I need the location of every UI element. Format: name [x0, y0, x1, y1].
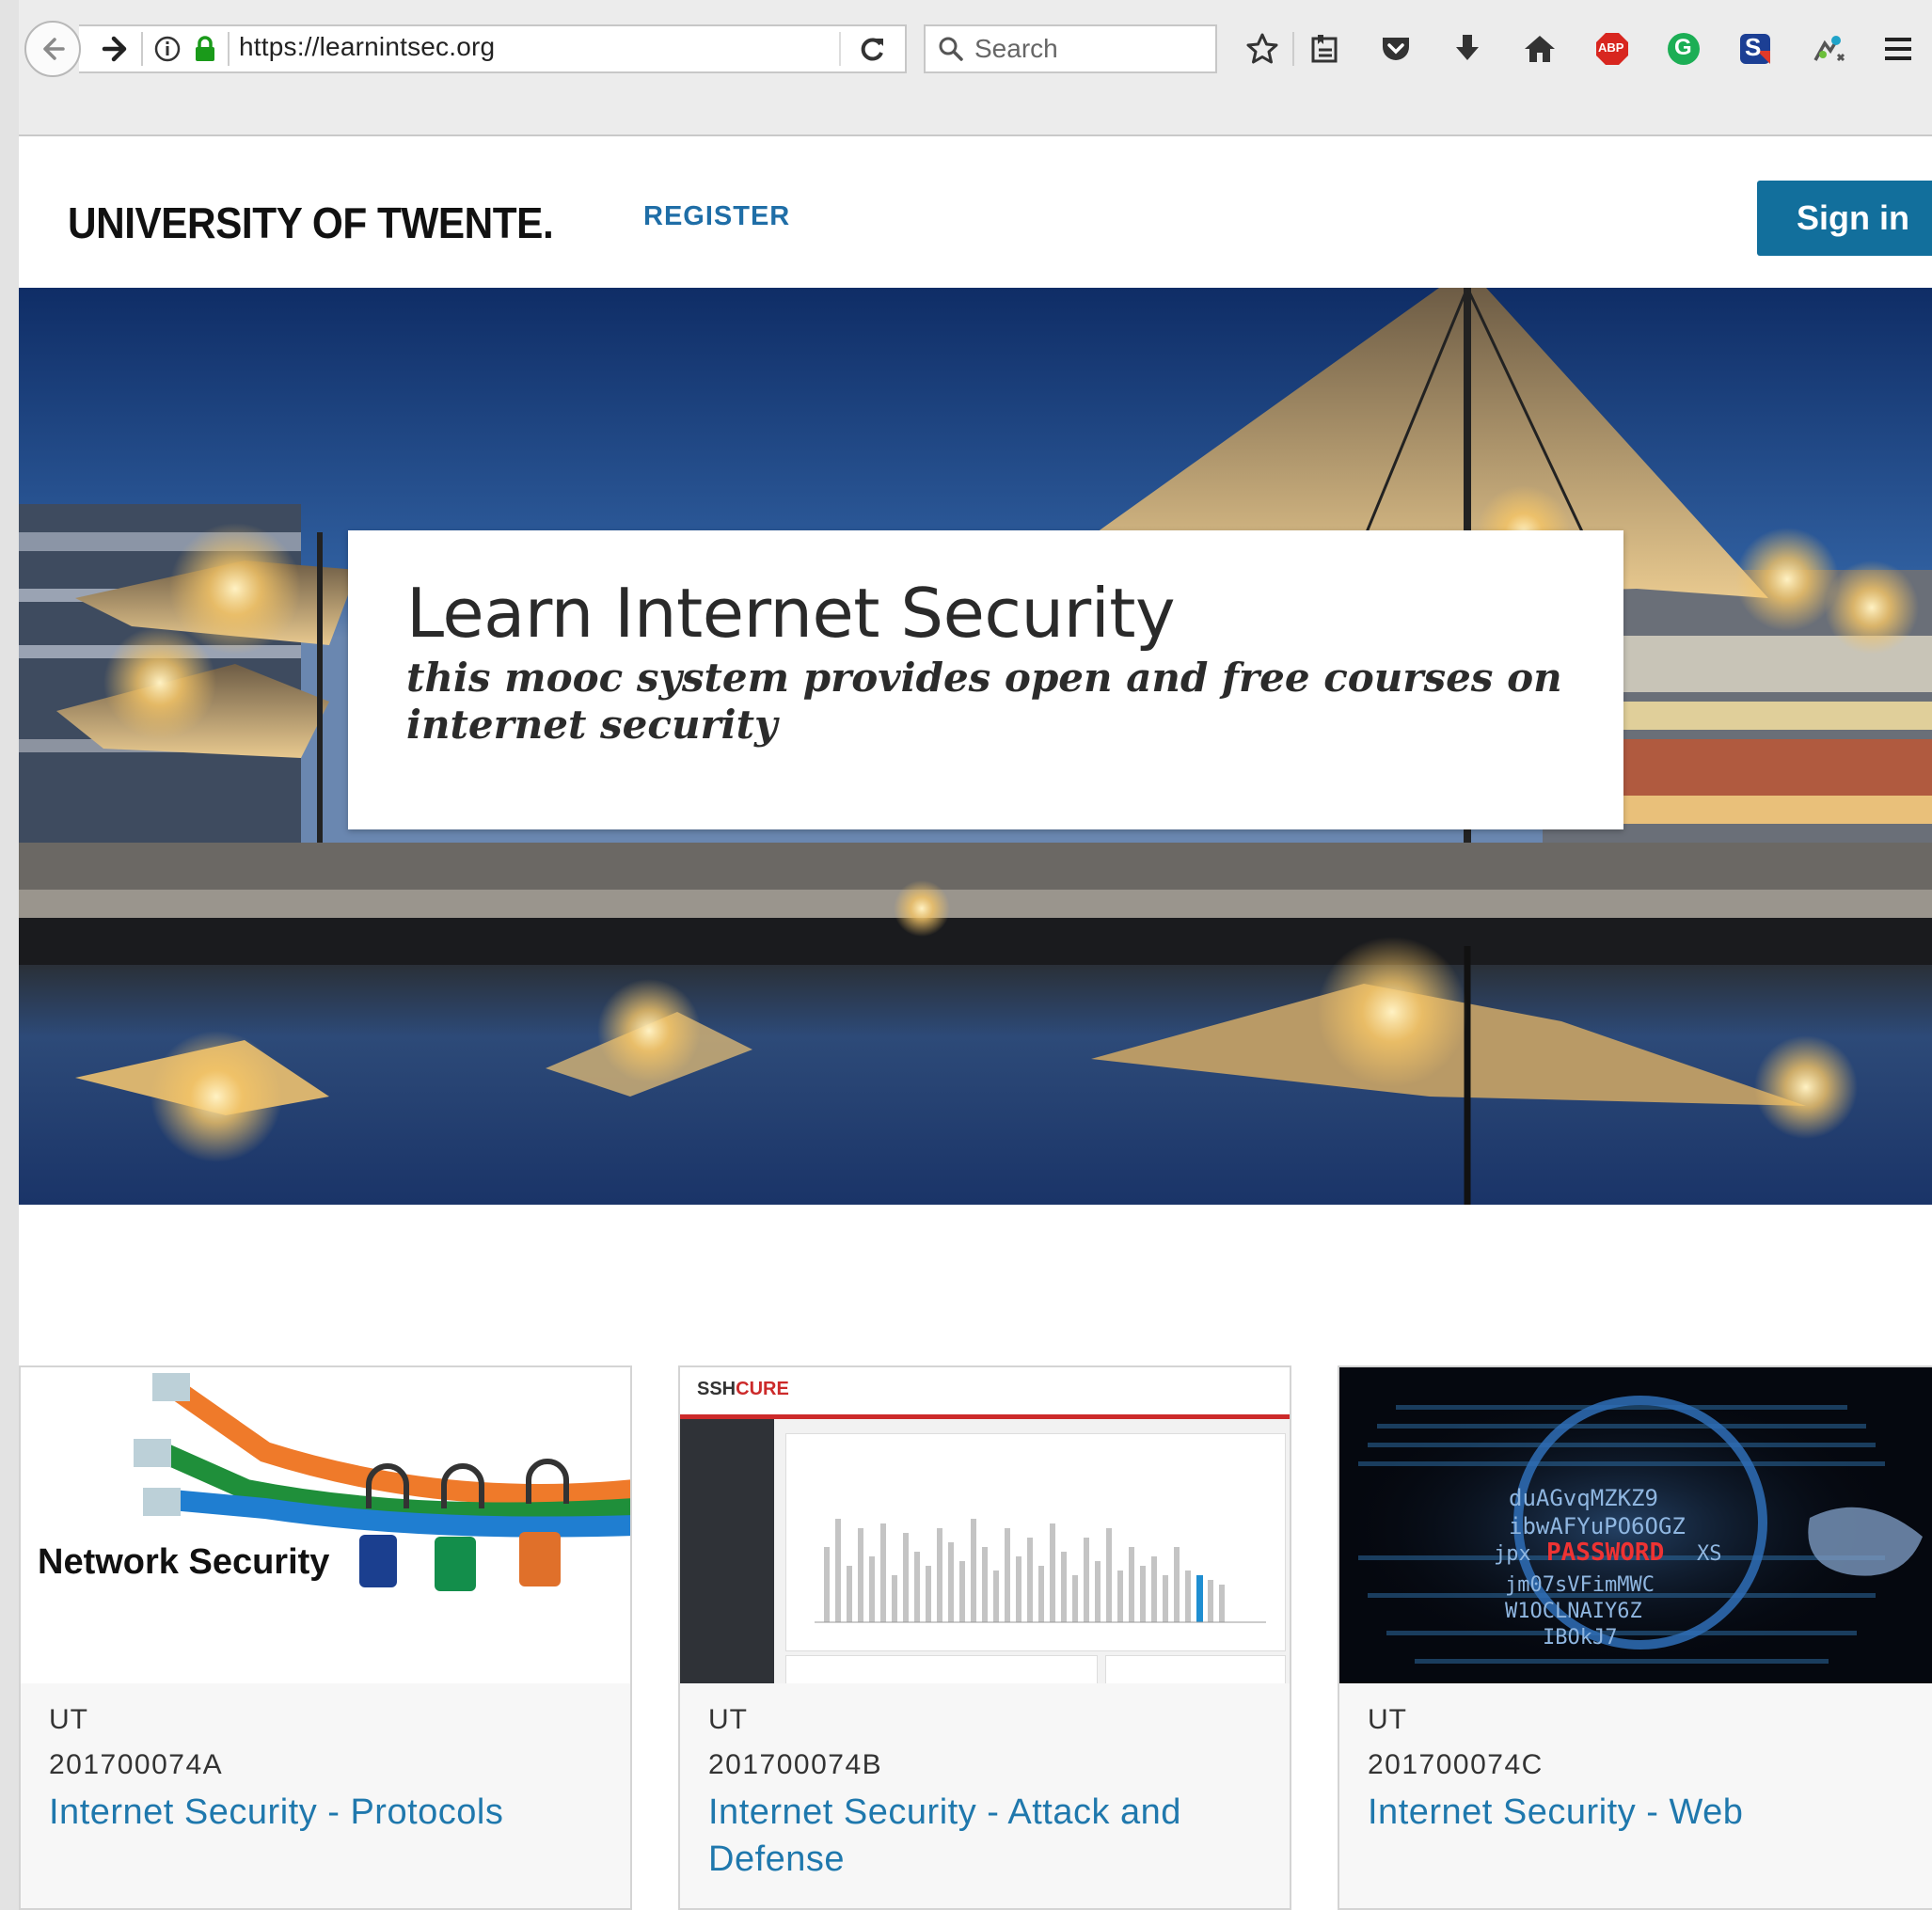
attack-bar-chart [815, 1519, 1266, 1623]
course-image[interactable]: Network Security [21, 1367, 630, 1683]
home-button[interactable] [1520, 30, 1560, 68]
pocket-button[interactable] [1377, 30, 1415, 68]
adblock-button[interactable]: ABP [1593, 30, 1631, 68]
course-org: UT [49, 1704, 88, 1735]
course-card[interactable]: Network Security UT 201700074A Internet … [19, 1365, 632, 1910]
hero-title: Learn Internet Security [406, 574, 1176, 653]
toolbar-separator [228, 32, 230, 66]
extension-s-label: S [1745, 33, 1762, 61]
image-caption: Network Security [38, 1542, 330, 1582]
toolbar-separator [1292, 32, 1294, 66]
sign-in-button[interactable]: Sign in [1757, 181, 1932, 256]
forward-icon [102, 36, 127, 62]
course-card[interactable]: duAGvqMZKZ9 ibwAFYuPO6OGZ jpx PASSWORD X… [1338, 1365, 1932, 1910]
course-org: UT [1368, 1704, 1407, 1735]
code-lines-lower: jm07sVFimMWC W1OCLNAIY6Z IBOkJ7 [1505, 1573, 1655, 1650]
course-code: 201700074B [708, 1749, 883, 1780]
home-icon [1525, 36, 1555, 62]
secure-connection-indicator[interactable] [190, 32, 220, 66]
back-button[interactable] [24, 21, 81, 77]
bookmark-star-button[interactable] [1243, 30, 1281, 68]
hamburger-menu-icon [1885, 38, 1911, 60]
course-image[interactable]: SSHCURE [680, 1367, 1290, 1683]
course-code: 201700074A [49, 1749, 224, 1780]
course-org: UT [708, 1704, 748, 1735]
info-icon [154, 36, 181, 62]
reload-button[interactable] [854, 32, 892, 66]
star-icon [1246, 33, 1278, 64]
course-card[interactable]: SSHCURE UT 201700074B Internet Security … [678, 1365, 1291, 1910]
lock-icon [196, 36, 214, 61]
university-logo[interactable]: UNIVERSITY OF TWENTE. [68, 197, 554, 248]
reload-icon [861, 38, 883, 61]
site-info-button[interactable] [150, 32, 184, 66]
search-icon [939, 37, 963, 61]
toolbar-separator [839, 32, 841, 66]
code-lines: duAGvqMZKZ9 ibwAFYuPO6OGZ [1509, 1485, 1686, 1539]
download-icon [1456, 35, 1479, 60]
forward-button[interactable] [98, 32, 132, 66]
extension-puzzle-button[interactable] [1808, 30, 1847, 68]
window-edge [0, 0, 19, 1910]
sshcure-table-panel [785, 1655, 1098, 1683]
course-title-link[interactable]: Internet Security - Web [1368, 1789, 1913, 1836]
pocket-icon [1383, 38, 1409, 60]
grammarly-button[interactable]: G [1665, 30, 1702, 68]
password-word: PASSWORD [1546, 1539, 1665, 1567]
adblock-label: ABP [1598, 40, 1624, 55]
grammarly-label: G [1674, 35, 1692, 60]
back-icon [43, 38, 65, 60]
extension-puzzle-icon [1813, 36, 1845, 62]
search-engine-button[interactable] [935, 32, 967, 66]
sshcure-sidebar [680, 1419, 774, 1683]
sshcure-logo: SSHCURE [697, 1379, 789, 1399]
course-title-link[interactable]: Internet Security - Protocols [49, 1789, 613, 1836]
url-text[interactable]: https://learnintsec.org [239, 32, 495, 62]
code-prefix: jpx [1494, 1542, 1531, 1566]
course-code: 201700074C [1368, 1749, 1544, 1780]
search-bar[interactable] [924, 24, 1217, 73]
sshcure-targets-panel [1105, 1655, 1286, 1683]
code-suffix: XS [1697, 1542, 1722, 1566]
course-image[interactable]: duAGvqMZKZ9 ibwAFYuPO6OGZ jpx PASSWORD X… [1339, 1367, 1932, 1683]
search-placeholder: Search [974, 34, 1058, 63]
bookmarks-menu-button[interactable] [1306, 30, 1343, 68]
downloads-button[interactable] [1449, 30, 1486, 68]
sshcure-chart-panel [785, 1433, 1286, 1651]
register-link[interactable]: REGISTER [643, 201, 790, 232]
course-title-link[interactable]: Internet Security - Attack and Defense [708, 1789, 1273, 1883]
toolbar-separator [141, 32, 143, 66]
hero-subtitle: this mooc system provides open and free … [406, 655, 1562, 748]
extension-s-button[interactable]: S [1736, 30, 1774, 68]
browser-menu-button[interactable] [1879, 30, 1917, 68]
reading-list-icon [1311, 35, 1338, 63]
